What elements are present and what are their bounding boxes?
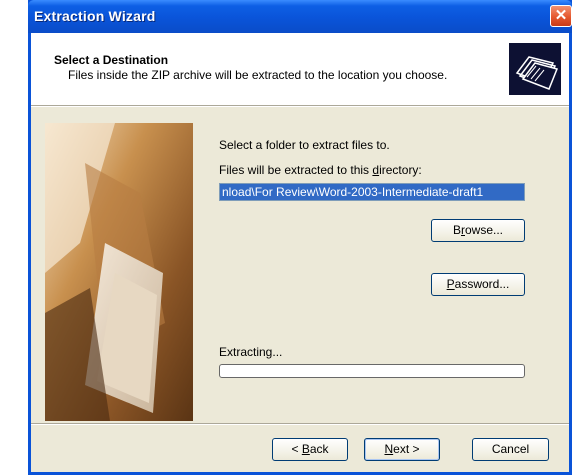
instruction-text: Select a folder to extract files to. — [219, 138, 390, 152]
cancel-button[interactable]: Cancel — [472, 438, 549, 461]
footer-separator — [31, 423, 569, 425]
extracting-label: Extracting... — [219, 345, 283, 359]
browse-button[interactable]: Browse... — [431, 219, 525, 242]
wizard-side-image — [45, 123, 193, 421]
close-icon: ✕ — [554, 7, 568, 24]
page-title: Select a Destination — [54, 53, 169, 67]
screen: Extraction Wizard ✕ Select a Destination… — [0, 0, 572, 475]
directory-field[interactable]: nload\For Review\Word-2003-Intermediate-… — [219, 183, 525, 201]
extraction-progress-bar — [219, 364, 525, 378]
title-bar[interactable]: Extraction Wizard ✕ — [28, 0, 572, 33]
window-title: Extraction Wizard — [34, 8, 156, 24]
next-button[interactable]: Next > — [364, 438, 440, 461]
folder-documents-icon — [509, 43, 561, 95]
page-description: Files inside the ZIP archive will be ext… — [68, 68, 448, 82]
password-button[interactable]: Password... — [431, 273, 525, 296]
wizard-header: Select a Destination Files inside the ZI… — [31, 33, 569, 105]
back-button[interactable]: < Back — [272, 438, 348, 461]
dialog-body: Select a Destination Files inside the ZI… — [31, 33, 569, 472]
close-button[interactable]: ✕ — [550, 5, 572, 27]
header-separator — [31, 105, 569, 107]
directory-label: Files will be extracted to this director… — [219, 163, 422, 177]
extraction-wizard-window: Extraction Wizard ✕ Select a Destination… — [28, 0, 572, 475]
